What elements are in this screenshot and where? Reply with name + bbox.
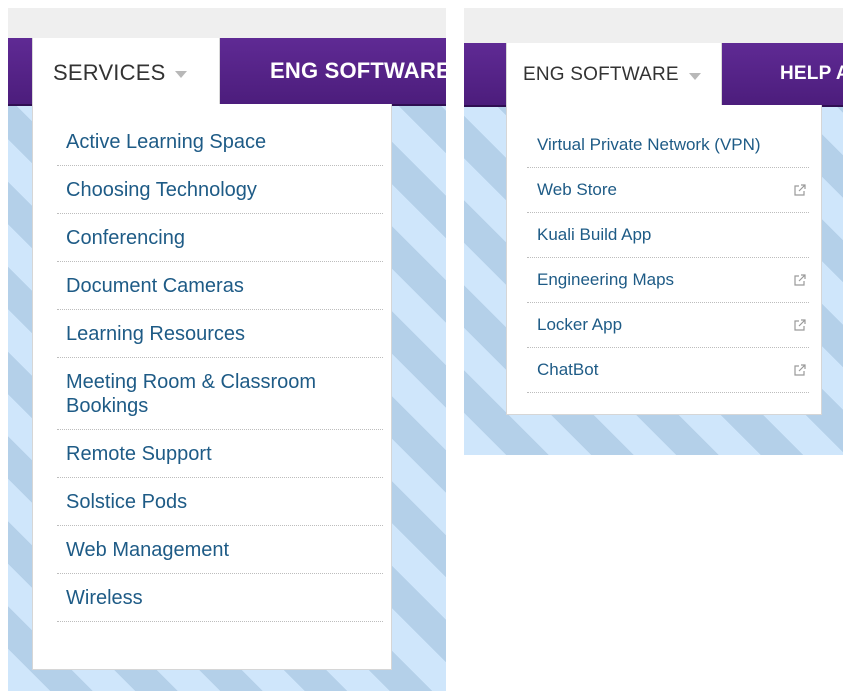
nav-item-label: ENG SOFTWARE xyxy=(270,58,446,83)
menu-item-label: Wireless xyxy=(66,587,143,609)
nav-item-services[interactable]: SERVICES xyxy=(32,38,220,108)
menu-item-label: Engineering Maps xyxy=(537,270,675,289)
menu-item[interactable]: Kuali Build App xyxy=(527,213,809,258)
nav-item-eng-software[interactable]: ENG SOFTWARE xyxy=(506,43,722,107)
caret-down-icon xyxy=(688,72,701,80)
menu-item-label: Web Store xyxy=(537,180,618,199)
external-link-icon xyxy=(794,364,806,376)
menu-item-label: Virtual Private Network (VPN) xyxy=(537,135,761,154)
external-link-icon xyxy=(794,184,806,196)
menu-item[interactable]: Locker App xyxy=(527,303,809,348)
menu-item-label: Remote Support xyxy=(66,443,212,465)
menu-item[interactable]: Document Cameras xyxy=(57,262,383,310)
menu-item[interactable]: Active Learning Space xyxy=(57,118,383,166)
eng-software-menu-list: Virtual Private Network (VPN) Web Store Ku… xyxy=(527,123,809,393)
menu-item[interactable]: Learning Resources xyxy=(57,310,383,358)
menu-item[interactable]: Solstice Pods xyxy=(57,478,383,526)
menu-item-label: Locker App xyxy=(537,315,623,334)
menu-item-label: ChatBot xyxy=(537,360,599,379)
menu-item[interactable]: ChatBot xyxy=(527,348,809,393)
menu-item[interactable]: Engineering Maps xyxy=(527,258,809,303)
main-nav-bar: SERVICES ENG SOFTWARE xyxy=(8,38,446,108)
menu-item-label: Document Cameras xyxy=(66,275,244,297)
nav-item-eng-software[interactable]: ENG SOFTWARE xyxy=(270,38,446,104)
menu-item[interactable]: Virtual Private Network (VPN) xyxy=(527,123,809,168)
menu-item[interactable]: Wireless xyxy=(57,574,383,622)
menu-item-label: Kuali Build App xyxy=(537,225,652,244)
browser-top-strip xyxy=(8,8,446,38)
external-link-icon xyxy=(794,319,806,331)
services-dropdown: Active Learning Space Choosing Technology… xyxy=(32,104,392,670)
nav-item-label: ENG SOFTWARE xyxy=(523,64,679,85)
services-menu-panel: SERVICES ENG SOFTWARE Active Learning Sp… xyxy=(8,8,446,691)
menu-item[interactable]: Meeting Room & Classroom Bookings xyxy=(57,358,383,430)
menu-item-label: Conferencing xyxy=(66,227,185,249)
main-nav-bar: ENG SOFTWARE HELP A xyxy=(464,43,843,107)
nav-item-label: SERVICES xyxy=(53,60,166,85)
menu-item-label: Choosing Technology xyxy=(66,179,257,201)
menu-item-label: Active Learning Space xyxy=(66,131,267,153)
caret-down-icon xyxy=(175,70,188,78)
menu-item-label: Learning Resources xyxy=(66,323,245,345)
eng-software-menu-panel: ENG SOFTWARE HELP A Virtual Private Netw… xyxy=(464,8,843,455)
menu-item-label: Web Management xyxy=(66,539,230,561)
menu-item-label: Solstice Pods xyxy=(66,491,188,513)
menu-item[interactable]: Choosing Technology xyxy=(57,166,383,214)
nav-item-help[interactable]: HELP A xyxy=(780,43,843,105)
nav-item-label: HELP A xyxy=(780,63,843,84)
menu-item[interactable]: Conferencing xyxy=(57,214,383,262)
menu-item-label: Meeting Room & Classroom Bookings xyxy=(66,371,317,417)
services-menu-list: Active Learning Space Choosing Technology… xyxy=(57,118,383,622)
eng-software-dropdown: Virtual Private Network (VPN) Web Store Ku… xyxy=(506,105,822,415)
menu-item[interactable]: Web Management xyxy=(57,526,383,574)
menu-item[interactable]: Remote Support xyxy=(57,430,383,478)
browser-top-strip xyxy=(464,8,843,43)
menu-item[interactable]: Web Store xyxy=(527,168,809,213)
external-link-icon xyxy=(794,274,806,286)
